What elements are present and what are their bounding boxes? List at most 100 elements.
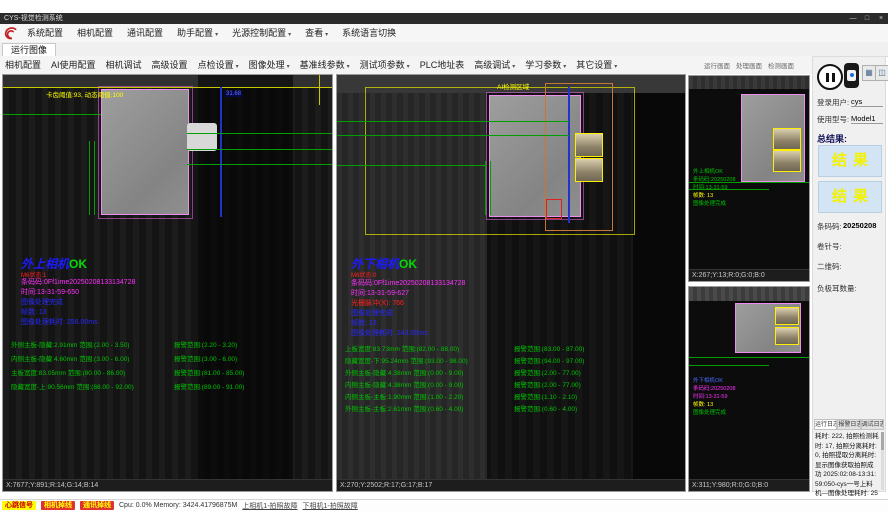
tool-camera-config[interactable]: 相机配置 (0, 56, 46, 74)
top-thumbnail-panel: 外上相机OK 条码码:20250208 时间:13-31-59 帧数: 13 图… (688, 75, 810, 282)
tool-test-params[interactable]: 测试项参数▾ (355, 56, 415, 74)
measure-row: 上板宽度:83.73mm 范围:(82.00 - 88.00) 报警范围:(83… (345, 343, 685, 353)
green-measure-line (187, 164, 332, 165)
cpu-memory-readout: Cpu: 0.0% Memory: 3424.41796875M (119, 502, 237, 509)
tab-highlight-box (775, 327, 799, 345)
page-tab-row: 运行图像 (0, 42, 888, 57)
menu-item-language-switch[interactable]: 系统语言切换 (335, 24, 403, 42)
green-measure-line (3, 114, 101, 115)
app-logo-icon (0, 25, 20, 41)
menu-item-view[interactable]: 查看▾ (298, 24, 335, 42)
tab-highlight-box (775, 307, 799, 325)
pause-button[interactable] (817, 64, 843, 90)
green-measure-line (485, 161, 486, 215)
tool-image-processing[interactable]: 图像处理▾ (244, 56, 295, 74)
measure-row: 外侧主板-隐藏:4.38mm 范围:(0.00 - 9.00) 报警范围:(2.… (345, 367, 685, 377)
chevron-down-icon: ▾ (236, 64, 239, 70)
green-measure-line (337, 121, 569, 122)
center-process-done: 图像处理完成 (351, 308, 393, 318)
tool-advanced-debug[interactable]: 高级调试▾ (469, 56, 520, 74)
tool-camera-debug[interactable]: 相机调试 (101, 56, 147, 74)
green-measure-line (187, 149, 332, 150)
blue-measure-line (568, 87, 570, 223)
thumb-result-line: 帧数: 13 (693, 192, 713, 200)
log-tabs: 运行日志 报警日志 调试日志 (814, 419, 884, 430)
menu-bar: 系统配置 相机配置 通讯配置 助手配置▾ 光源控制配置▾ 查看▾ 系统语言切换 (0, 24, 888, 43)
barcode-label: 条码码: (817, 221, 842, 232)
save-icon: ◫ (878, 68, 886, 77)
green-measure-line (337, 165, 487, 166)
model-select[interactable]: Model1 (851, 114, 883, 124)
grid-view-button[interactable]: ▦ (862, 65, 876, 81)
left-camera-viewport[interactable]: 31.68 卡齿阈值:93, 动态阈值:100 外上相机OK M6状态:1 条码… (3, 75, 332, 482)
upper-camera-fault[interactable]: 上相机1-拍照故障 (242, 501, 297, 511)
log-scrollbar[interactable] (881, 432, 884, 490)
menu-item-assistant-config[interactable]: 助手配置▾ (170, 24, 225, 42)
thumb-result-line: 外下相机OK (693, 377, 723, 385)
reel-number-label: 卷针号: (817, 241, 842, 252)
left-camera-panel: 31.68 卡齿阈值:93, 动态阈值:100 外上相机OK M6状态:1 条码… (2, 74, 333, 492)
menu-item-camera-config[interactable]: 相机配置 (70, 24, 120, 42)
center-camera-viewport[interactable]: AI检测区域 外下相机OK M6状态:0 条码码:0Ff1ime20250208… (337, 75, 685, 482)
tab-run-image[interactable]: 运行图像 (2, 43, 56, 57)
tab-highlight-box (773, 150, 801, 172)
view-tab-process[interactable]: 处理画面 (736, 60, 762, 70)
threshold-label: 卡齿阈值:93, 动态阈值:100 (46, 89, 123, 99)
thumb-result-line: 条码码:20250208 (693, 176, 736, 184)
tool-plc-address-table[interactable]: PLC地址表 (415, 56, 470, 74)
camera-icon (847, 70, 856, 81)
grid-icon: ▦ (865, 68, 873, 77)
view-tab-run[interactable]: 运行画面 (704, 60, 730, 70)
thumb-result-line: 帧数: 13 (693, 401, 713, 409)
measure-row: 外侧主板-主板:2.61mm 范围:(0.60 - 4.00) 报警范围:(0.… (345, 403, 685, 413)
tool-baseline-params[interactable]: 基准线参数▾ (295, 56, 355, 74)
menu-item-system-config[interactable]: 系统配置 (20, 24, 70, 42)
menu-item-light-control[interactable]: 光源控制配置▾ (225, 24, 298, 42)
qr-code-label: 二维码: (817, 261, 842, 272)
heartbeat-badge: 心跳信号 (2, 501, 36, 510)
product-region (101, 89, 189, 215)
tool-ai-usage-config[interactable]: AI使用配置 (46, 56, 101, 74)
top-thumbnail-viewport[interactable]: 外上相机OK 条码码:20250208 时间:13-31-59 帧数: 13 图… (689, 76, 809, 272)
control-panel: ▦ ◫ 登录用户: cys 使用型号: Model1 总结果: 结果 结果 条码… (812, 56, 886, 492)
measure-row: 内侧主板-主板:1.90mm 范围:(1.00 - 2.20) 报警范围:(1.… (345, 391, 685, 401)
chevron-down-icon: ▾ (215, 32, 218, 38)
tool-other-settings[interactable]: 其它设置▾ (571, 56, 622, 74)
measure-row: 内侧主板-隐藏:4.60mm 范围:(3.00 - 6.00) 报警范围:(3.… (11, 353, 332, 363)
chevron-down-icon: ▾ (512, 64, 515, 70)
left-elapsed: 图像处理耗时: 256.00ms (21, 317, 98, 327)
log-tab-run[interactable]: 运行日志 (814, 419, 837, 430)
connector-part (187, 123, 217, 151)
chevron-down-icon: ▾ (288, 32, 291, 38)
save-image-button[interactable]: ◫ (875, 65, 888, 81)
tool-learning-params[interactable]: 学习参数▾ (520, 56, 571, 74)
red-roi-rect (546, 199, 562, 219)
scrollbar-thumb[interactable] (881, 432, 884, 450)
capture-button[interactable] (844, 63, 859, 88)
left-time: 时间:13-31-59-650 (21, 287, 79, 297)
tool-advanced-settings[interactable]: 高级设置 (147, 56, 193, 74)
minimize-button[interactable]: — (846, 13, 860, 24)
status-bar: 心跳信号 相机掉线 通讯掉线 Cpu: 0.0% Memory: 3424.41… (0, 499, 888, 511)
login-user-value[interactable]: cys (851, 97, 883, 107)
thumb-result-line: 条码码:20250208 (693, 385, 736, 393)
lower-camera-fault[interactable]: 下相机1-拍照故障 (303, 501, 358, 511)
chevron-down-icon: ▾ (614, 64, 617, 70)
center-encoder-info: 光栅脉冲(X): 766 (351, 298, 404, 308)
log-tab-debug[interactable]: 调试日志 (861, 419, 884, 430)
login-user-label: 登录用户: (817, 97, 849, 108)
green-measure-line (689, 357, 809, 358)
tool-spot-check[interactable]: 点检设置▾ (193, 56, 244, 74)
maximize-button[interactable]: □ (860, 13, 874, 24)
tab-highlight-box (575, 158, 603, 182)
close-button[interactable]: × (874, 13, 888, 24)
thumb-result-line: 图像处理完成 (693, 409, 726, 417)
log-tab-alarm[interactable]: 报警日志 (837, 419, 860, 430)
chevron-down-icon: ▾ (287, 64, 290, 70)
left-frame-count: 帧数: 13 (21, 307, 47, 317)
view-tab-detect[interactable]: 检测画面 (768, 60, 794, 70)
chevron-down-icon: ▾ (563, 64, 566, 70)
green-measure-line (490, 161, 491, 215)
bottom-thumbnail-viewport[interactable]: 外下相机OK 条码码:20250208 时间:13-31-59 帧数: 13 图… (689, 287, 809, 482)
menu-item-comm-config[interactable]: 通讯配置 (120, 24, 170, 42)
